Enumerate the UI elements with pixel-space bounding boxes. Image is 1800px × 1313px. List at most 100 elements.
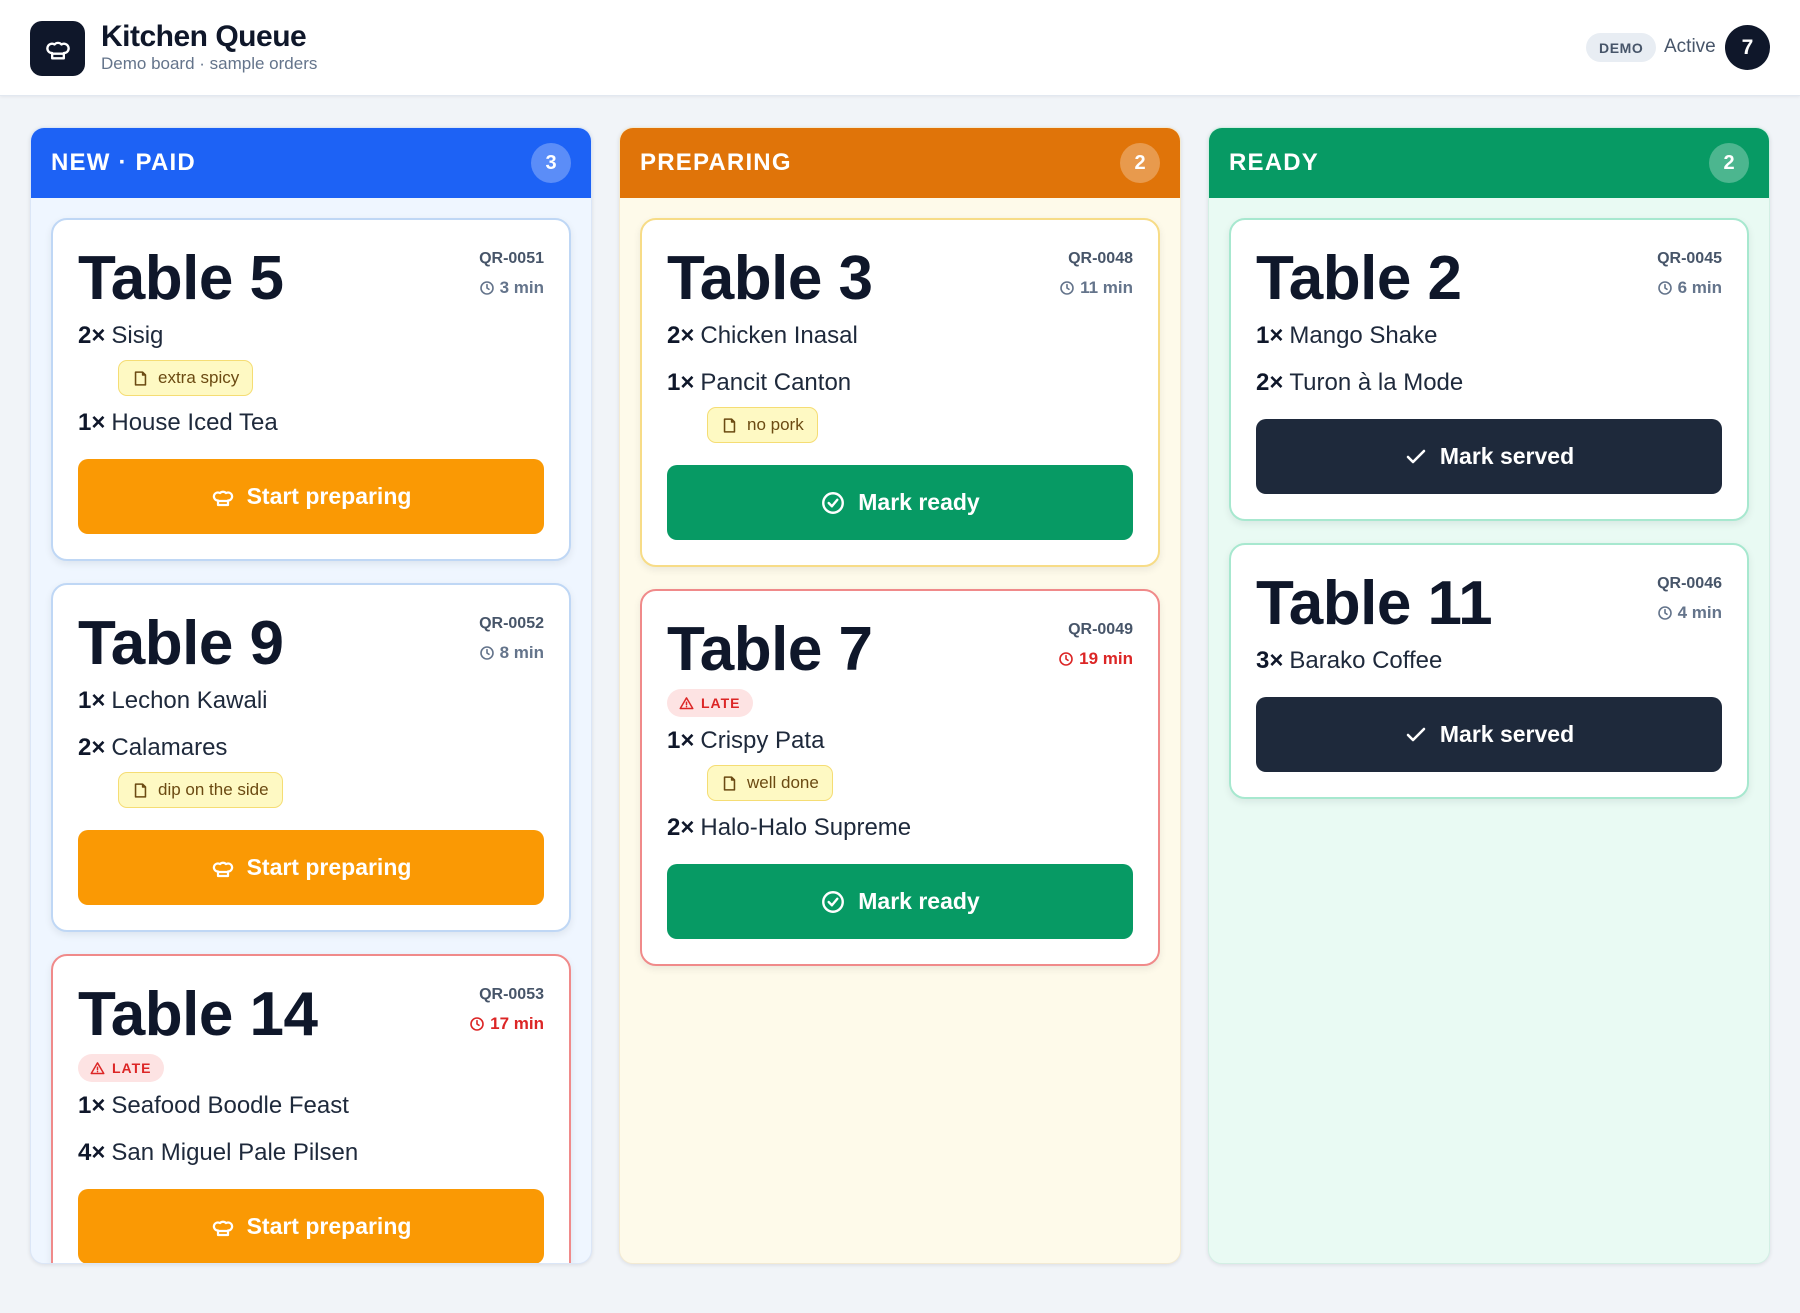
order-item: 2× Chicken Inasal xyxy=(667,322,1133,350)
elapsed-time-text: 6 min xyxy=(1677,278,1722,297)
item-note-text: extra spicy xyxy=(158,368,240,387)
item-name: Halo-Halo Supreme xyxy=(700,814,912,841)
item-quantity: 4× xyxy=(78,1139,106,1166)
order-id: QR-0048 xyxy=(1068,250,1133,267)
order-card[interactable]: Table 7 QR-0049 19 min LATE 1× Crispy Pata wel… xyxy=(640,589,1160,966)
order-meta: QR-0045 6 min xyxy=(1657,250,1722,298)
column-header: PREPARING 2 xyxy=(620,128,1180,198)
elapsed-time-text: 3 min xyxy=(499,278,544,297)
button-label: Start preparing xyxy=(246,854,412,880)
column-count-badge: 2 xyxy=(1709,143,1749,183)
item-note-text: dip on the side xyxy=(158,780,269,799)
item-note: well done xyxy=(707,765,833,801)
order-card[interactable]: Table 2 QR-0045 6 min 1× Mango Shake 2× Turon … xyxy=(1229,218,1749,521)
item-name: Chicken Inasal xyxy=(700,322,858,349)
item-note: extra spicy xyxy=(118,360,254,396)
item-name: Mango Shake xyxy=(1289,322,1438,349)
column-count-badge: 2 xyxy=(1120,143,1160,183)
start-preparing-button[interactable]: Start preparing xyxy=(78,459,544,534)
item-quantity: 2× xyxy=(78,322,106,349)
order-item: 1× Seafood Boodle Feast xyxy=(78,1092,544,1120)
elapsed-time: 17 min xyxy=(469,1014,544,1034)
order-card[interactable]: Table 5 QR-0051 3 min 2× Sisig extra spicy 1× H… xyxy=(51,218,571,561)
mark-ready-button[interactable]: Mark ready xyxy=(667,465,1133,540)
order-card[interactable]: Table 9 QR-0052 8 min 1× Lechon Kawali 2× Cala… xyxy=(51,583,571,932)
item-quantity: 1× xyxy=(1256,322,1284,349)
mark-served-button[interactable]: Mark served xyxy=(1256,697,1722,772)
column-body[interactable]: Table 3 QR-0048 11 min 2× Chicken Inasal 1× Pa… xyxy=(620,198,1180,966)
order-meta: QR-0048 11 min xyxy=(1059,250,1133,298)
active-count-badge: 7 xyxy=(1725,25,1770,70)
order-items: 2× Sisig extra spicy 1× House Iced Tea xyxy=(78,322,544,437)
order-card[interactable]: Table 3 QR-0048 11 min 2× Chicken Inasal 1× Pa… xyxy=(640,218,1160,567)
late-badge: LATE xyxy=(78,1054,164,1082)
start-preparing-button[interactable]: Start preparing xyxy=(78,1189,544,1263)
item-name: House Iced Tea xyxy=(111,409,278,436)
button-label: Mark ready xyxy=(858,888,980,914)
column-body[interactable]: Table 2 QR-0045 6 min 1× Mango Shake 2× Turon … xyxy=(1209,198,1769,799)
button-label: Mark ready xyxy=(858,489,980,515)
item-name: Turon à la Mode xyxy=(1289,369,1464,396)
item-name: Crispy Pata xyxy=(700,727,825,754)
order-meta: QR-0052 8 min xyxy=(479,615,544,663)
column-header: READY 2 xyxy=(1209,128,1769,198)
item-name: Pancit Canton xyxy=(700,369,852,396)
note-icon xyxy=(721,417,738,434)
order-items: 3× Barako Coffee xyxy=(1256,647,1722,675)
clock-icon xyxy=(1058,651,1074,667)
late-badge-label: LATE xyxy=(112,1060,152,1076)
order-item: 4× San Miguel Pale Pilsen xyxy=(78,1139,544,1167)
item-quantity: 1× xyxy=(78,409,106,436)
chef-hat-icon xyxy=(211,1215,235,1239)
order-card[interactable]: Table 11 QR-0046 4 min 3× Barako Coffee Mark … xyxy=(1229,543,1749,799)
item-name: Calamares xyxy=(111,734,228,761)
order-item: 1× Lechon Kawali xyxy=(78,687,544,715)
column-body[interactable]: Table 5 QR-0051 3 min 2× Sisig extra spicy 1× H… xyxy=(31,198,591,1263)
order-item: 2× Sisig xyxy=(78,322,544,350)
button-label: Mark served xyxy=(1439,443,1575,469)
order-card[interactable]: Table 14 QR-0053 17 min LATE 1× Seafood Boodl… xyxy=(51,954,571,1263)
column-title: NEW · PAID xyxy=(51,149,196,176)
note-icon xyxy=(132,782,149,799)
warning-icon xyxy=(90,1061,105,1076)
check-icon xyxy=(1404,723,1428,747)
mark-ready-button[interactable]: Mark ready xyxy=(667,864,1133,939)
elapsed-time: 8 min xyxy=(479,643,544,663)
elapsed-time: 19 min xyxy=(1058,649,1133,669)
order-item: 1× House Iced Tea xyxy=(78,409,544,437)
column-count-badge: 3 xyxy=(531,143,571,183)
item-name: San Miguel Pale Pilsen xyxy=(111,1139,359,1166)
item-quantity: 1× xyxy=(78,687,106,714)
item-quantity: 1× xyxy=(667,727,695,754)
warning-icon xyxy=(679,696,694,711)
order-item: 1× Crispy Pata xyxy=(667,727,1133,755)
order-items: 1× Mango Shake 2× Turon à la Mode xyxy=(1256,322,1722,397)
order-id: QR-0045 xyxy=(1657,250,1722,267)
item-name: Sisig xyxy=(111,322,164,349)
note-icon xyxy=(721,775,738,792)
clock-icon xyxy=(479,280,495,296)
mark-served-button[interactable]: Mark served xyxy=(1256,419,1722,494)
order-id: QR-0052 xyxy=(479,615,544,632)
app-title: Kitchen Queue xyxy=(101,20,307,53)
item-note: no pork xyxy=(707,407,818,443)
order-item: 2× Calamares xyxy=(78,734,544,762)
order-items: 1× Lechon Kawali 2× Calamares dip on the sid… xyxy=(78,687,544,808)
button-label: Start preparing xyxy=(246,1213,412,1239)
item-note-text: no pork xyxy=(747,415,804,434)
chef-hat-icon xyxy=(211,485,235,509)
order-id: QR-0046 xyxy=(1657,575,1722,592)
elapsed-time: 3 min xyxy=(479,278,544,298)
order-items: 1× Seafood Boodle Feast 4× San Miguel Pale … xyxy=(78,1092,544,1167)
order-id: QR-0053 xyxy=(479,986,544,1003)
top-bar: Kitchen Queue Demo board · sample orders… xyxy=(0,0,1800,96)
order-meta: QR-0053 17 min xyxy=(469,986,544,1034)
elapsed-time-text: 17 min xyxy=(490,1014,544,1033)
elapsed-time-text: 4 min xyxy=(1677,603,1722,622)
elapsed-time-text: 19 min xyxy=(1079,649,1133,668)
order-id: QR-0049 xyxy=(1068,621,1133,638)
start-preparing-button[interactable]: Start preparing xyxy=(78,830,544,905)
clock-icon xyxy=(479,645,495,661)
button-label: Start preparing xyxy=(246,483,412,509)
column-new-paid: NEW · PAID 3 Table 5 QR-0051 3 min 2× Sisig e… xyxy=(30,127,592,1264)
